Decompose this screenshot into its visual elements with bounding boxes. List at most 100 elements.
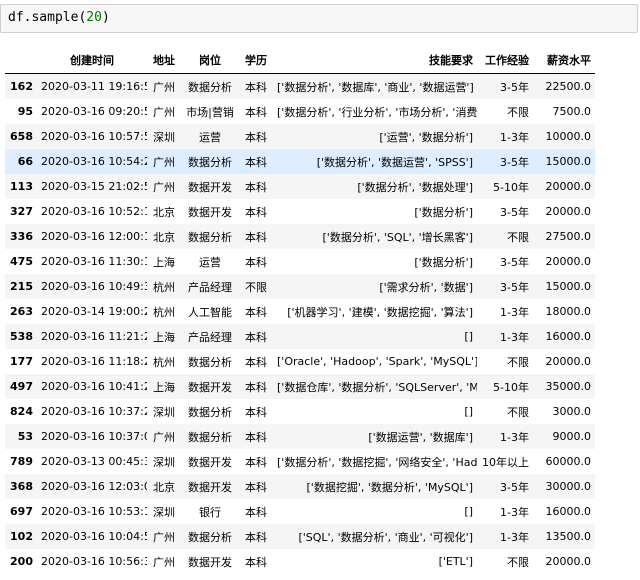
cell-job: 运营 bbox=[199, 255, 221, 269]
cell-salary: 27500.0 bbox=[545, 230, 592, 243]
cell-skills: ['数据分析'] bbox=[414, 255, 473, 269]
cell-skills: ['ETL'] bbox=[438, 555, 473, 568]
cell-job: 数据分析 bbox=[188, 155, 232, 169]
cell-experience: 1-3年 bbox=[500, 505, 529, 519]
cell-education: 不限 bbox=[245, 280, 267, 294]
cell-salary: 16000.0 bbox=[545, 505, 592, 518]
cell-salary: 7500.0 bbox=[552, 105, 592, 118]
cell-created-time: 2020-03-16 11:18:23 bbox=[41, 355, 147, 368]
cell-skills: ['数据分析', '数据处理'] bbox=[357, 180, 473, 194]
row-index: 177 bbox=[10, 355, 33, 368]
cell-created-time: 2020-03-16 10:37:24 bbox=[41, 405, 147, 418]
cell-salary: 20000.0 bbox=[545, 355, 592, 368]
table-row: 102 2020-03-16 10:04:59 广州 数据分析 本科 ['SQL', '数… bbox=[5, 524, 595, 549]
cell-skills: ['数据分析'] bbox=[414, 205, 473, 219]
cell-job: 数据分析 bbox=[188, 405, 232, 419]
cell-education: 本科 bbox=[245, 205, 267, 219]
cell-city: 上海 bbox=[153, 255, 175, 269]
table-row: 95 2020-03-16 09:20:52 广州 市场|营销 本科 ['数据分析', '… bbox=[5, 99, 595, 124]
cell-city: 深圳 bbox=[153, 505, 175, 519]
cell-created-time: 2020-03-16 11:21:24 bbox=[41, 330, 147, 343]
cell-education: 本科 bbox=[245, 380, 267, 394]
row-index: 368 bbox=[10, 480, 33, 493]
cell-city: 广州 bbox=[153, 105, 175, 119]
row-index: 538 bbox=[10, 330, 33, 343]
cell-experience: 3-5年 bbox=[500, 80, 529, 94]
column-header: 创建时间 bbox=[70, 53, 114, 67]
cell-created-time: 2020-03-16 10:04:59 bbox=[41, 530, 147, 543]
cell-skills: ['运营', '数据分析'] bbox=[379, 130, 473, 144]
cell-job: 产品经理 bbox=[188, 280, 232, 294]
index-header bbox=[5, 46, 37, 74]
cell-education: 本科 bbox=[245, 80, 267, 94]
cell-job: 数据开发 bbox=[188, 180, 232, 194]
cell-created-time: 2020-03-16 10:53:17 bbox=[41, 505, 147, 518]
cell-education: 本科 bbox=[245, 155, 267, 169]
cell-skills: ['数据分析', '数据库', '商业', '数据运营'] bbox=[277, 80, 474, 94]
cell-job: 数据分析 bbox=[188, 430, 232, 444]
cell-created-time: 2020-03-16 11:30:14 bbox=[41, 255, 147, 268]
cell-salary: 10000.0 bbox=[545, 130, 592, 143]
cell-education: 本科 bbox=[245, 230, 267, 244]
cell-education: 本科 bbox=[245, 505, 267, 519]
code-prefix: df.sample( bbox=[8, 10, 87, 25]
cell-experience: 3-5年 bbox=[500, 255, 529, 269]
cell-job: 数据开发 bbox=[188, 480, 232, 494]
cell-education: 本科 bbox=[245, 530, 267, 544]
cell-city: 北京 bbox=[153, 480, 175, 494]
row-index: 53 bbox=[17, 430, 33, 443]
cell-job: 人工智能 bbox=[188, 305, 232, 319]
cell-experience: 5-10年 bbox=[493, 180, 529, 194]
cell-salary: 16000.0 bbox=[545, 330, 592, 343]
cell-experience: 3-5年 bbox=[500, 480, 529, 494]
cell-education: 本科 bbox=[245, 405, 267, 419]
cell-education: 本科 bbox=[245, 255, 267, 269]
cell-skills: ['SQL', '数据分析', '商业', '可视化'] bbox=[298, 530, 473, 544]
cell-experience: 10年以上 bbox=[482, 455, 529, 469]
row-index: 66 bbox=[17, 155, 33, 168]
cell-job: 数据开发 bbox=[188, 555, 232, 569]
column-header: 薪资水平 bbox=[547, 53, 591, 67]
cell-city: 广州 bbox=[153, 430, 175, 444]
cell-education: 本科 bbox=[245, 355, 267, 369]
cell-salary: 20000.0 bbox=[545, 180, 592, 193]
table-row: 368 2020-03-16 12:03:05 北京 数据开发 本科 ['数据挖掘', '… bbox=[5, 474, 595, 499]
cell-city: 深圳 bbox=[153, 455, 175, 469]
column-header: 工作经验 bbox=[485, 53, 529, 67]
cell-created-time: 2020-03-16 10:57:50 bbox=[41, 130, 147, 143]
cell-job: 数据开发 bbox=[188, 205, 232, 219]
row-index: 475 bbox=[10, 255, 33, 268]
cell-salary: 30000.0 bbox=[545, 480, 592, 493]
cell-education: 本科 bbox=[245, 455, 267, 469]
cell-created-time: 2020-03-16 12:03:05 bbox=[41, 480, 147, 493]
cell-city: 杭州 bbox=[153, 305, 175, 319]
cell-job: 银行 bbox=[199, 505, 221, 519]
code-argument: 20 bbox=[86, 10, 102, 25]
code-line[interactable]: df.sample(20) bbox=[8, 10, 110, 25]
cell-job: 市场|营销 bbox=[186, 105, 234, 119]
cell-skills: [] bbox=[464, 330, 473, 343]
cell-created-time: 2020-03-16 10:56:30 bbox=[41, 555, 147, 568]
row-index: 697 bbox=[10, 505, 33, 518]
table-row: 177 2020-03-16 11:18:23 杭州 数据分析 本科 ['Oracle',… bbox=[5, 349, 595, 374]
cell-experience: 3-5年 bbox=[500, 280, 529, 294]
cell-salary: 20000.0 bbox=[545, 255, 592, 268]
code-input-cell[interactable]: df.sample(20) bbox=[0, 4, 638, 33]
cell-experience: 不限 bbox=[507, 555, 529, 569]
cell-job: 数据分析 bbox=[188, 230, 232, 244]
row-index: 200 bbox=[10, 555, 33, 568]
cell-experience: 1-3年 bbox=[500, 330, 529, 344]
cell-city: 北京 bbox=[153, 205, 175, 219]
cell-salary: 35000.0 bbox=[545, 380, 592, 393]
cell-created-time: 2020-03-16 10:52:13 bbox=[41, 205, 147, 218]
cell-created-time: 2020-03-16 09:20:52 bbox=[41, 105, 147, 118]
cell-city: 杭州 bbox=[153, 355, 175, 369]
dataframe-output-table: 创建时间 地址 岗位 学历 技能要求 工作经验 薪资水平 162 2020-03-… bbox=[5, 46, 595, 574]
cell-created-time: 2020-03-16 10:37:03 bbox=[41, 430, 147, 443]
column-header: 地址 bbox=[153, 53, 175, 67]
column-header: 技能要求 bbox=[429, 53, 473, 67]
cell-city: 深圳 bbox=[153, 405, 175, 419]
cell-education: 本科 bbox=[245, 480, 267, 494]
cell-skills: ['数据仓库', '数据分析', 'SQLServer', 'MySQL'] bbox=[277, 380, 477, 394]
header-row: 创建时间 地址 岗位 学历 技能要求 工作经验 薪资水平 bbox=[5, 46, 595, 74]
